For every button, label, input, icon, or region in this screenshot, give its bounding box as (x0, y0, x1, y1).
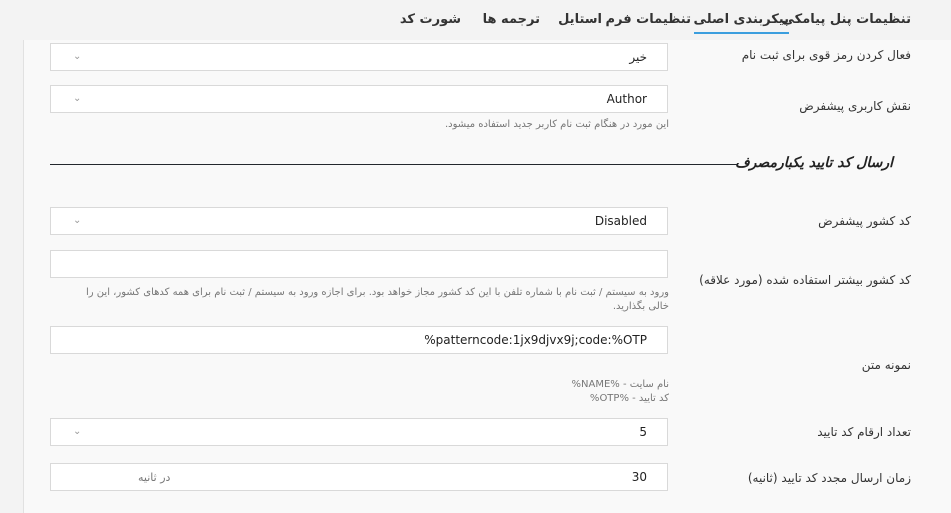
default-role-label: نقش کاربری پیشفرض (799, 99, 911, 113)
country-code-select[interactable]: Disabled ⌄ (50, 207, 668, 235)
default-role-select[interactable]: Author ⌄ (50, 85, 668, 113)
country-code-label: کد کشور پیشفرض (818, 214, 911, 228)
chevron-down-icon: ⌄ (73, 93, 82, 104)
resend-time-input[interactable]: 30 در ثانیه (50, 463, 668, 491)
section-title: ارسال کد تایید یکبارمصرف (735, 155, 893, 171)
allowed-countries-input[interactable] (50, 250, 668, 278)
resend-time-value: 30 (631, 470, 647, 484)
strong-password-value: خیر (629, 50, 647, 64)
default-role-help: این مورد در هنگام ثبت نام کاربر جدید است… (444, 119, 669, 130)
otp-digits-value: 5 (639, 425, 647, 439)
allowed-countries-help-line2: خالی بگذارید. (612, 301, 669, 312)
tab-sms-panel-settings[interactable]: تنظیمات پنل پیامکی (782, 12, 912, 27)
strong-password-label: فعال کردن رمز قوی برای ثبت نام (741, 48, 911, 62)
sample-text-label: نمونه متن (861, 358, 911, 372)
otp-digits-select[interactable]: 5 ⌄ (50, 418, 668, 446)
chevron-down-icon: ⌄ (73, 215, 82, 226)
default-role-value: Author (606, 92, 647, 106)
allowed-countries-help-line1: ورود به سیستم / ثبت نام با شماره تلفن با… (86, 287, 669, 298)
sample-text-input[interactable]: %patterncode:1jx9djvx9j;code:%OTP (50, 326, 668, 354)
otp-digits-label: تعداد ارقام کد تایید (817, 425, 911, 439)
tab-main-config[interactable]: پیکربندی اصلی (693, 12, 790, 34)
strong-password-select[interactable]: خیر ⌄ (50, 43, 668, 71)
chevron-down-icon: ⌄ (73, 426, 82, 437)
top-tab-bar: تنظیمات پنل پیامکی پیکربندی اصلی تنظیمات… (0, 0, 951, 40)
tab-form-settings[interactable]: تنظیمات فرم (606, 12, 691, 27)
tab-translations[interactable]: ترجمه ها (483, 12, 540, 27)
allowed-countries-label: کد کشور بیشتر استفاده شده (مورد علاقه) (699, 273, 911, 287)
section-divider (50, 164, 738, 165)
country-code-value: Disabled (594, 214, 647, 228)
tab-style[interactable]: استایل (558, 12, 602, 27)
chevron-down-icon: ⌄ (73, 51, 82, 62)
sample-text-value: %patterncode:1jx9djvx9j;code:%OTP (424, 333, 647, 347)
resend-time-label: زمان ارسال مجدد کد تایید (ثانیه) (747, 471, 911, 485)
sample-text-help-line1: نام سایت - %NAME% (571, 379, 670, 390)
sample-text-help-line2: کد تایید - %OTP% (589, 393, 669, 404)
tab-shortcode[interactable]: شورت کد (400, 12, 461, 27)
resend-time-suffix: در ثانیه (138, 471, 171, 484)
